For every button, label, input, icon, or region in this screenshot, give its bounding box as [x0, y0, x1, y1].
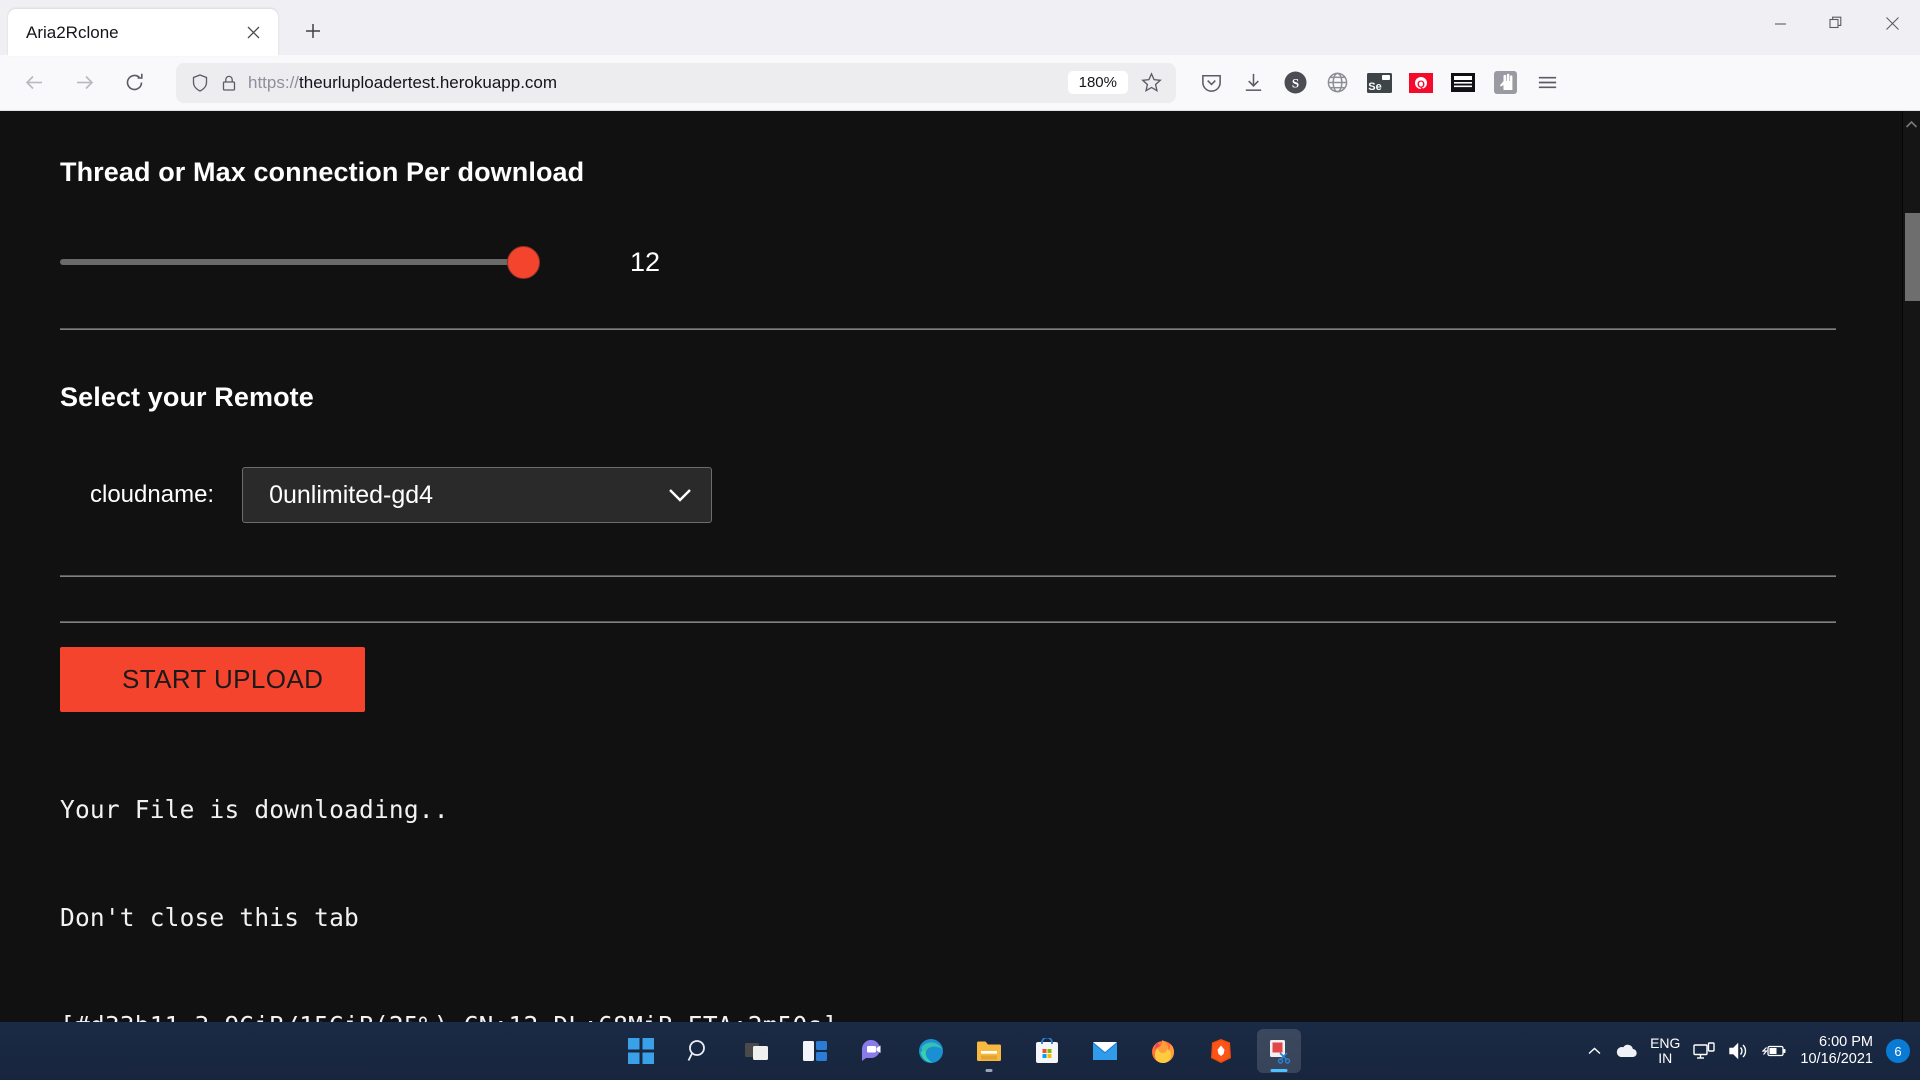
start-upload-button[interactable]: START UPLOAD: [60, 647, 365, 712]
star-icon[interactable]: [1134, 66, 1168, 100]
svg-text:Se: Se: [1368, 81, 1381, 93]
chevron-down-icon[interactable]: [667, 486, 693, 504]
url-bar[interactable]: https://theurluploadertest.herokuapp.com…: [176, 63, 1176, 103]
language-indicator[interactable]: ENG IN: [1650, 1036, 1680, 1066]
tab-title: Aria2Rclone: [26, 23, 238, 43]
zoom-level-badge[interactable]: 180%: [1068, 71, 1128, 94]
remote-section-title: Select your Remote: [60, 382, 1902, 413]
search-icon[interactable]: [677, 1029, 721, 1073]
thread-slider[interactable]: [60, 242, 540, 282]
thread-slider-row: 12: [60, 242, 1902, 282]
close-icon[interactable]: [238, 18, 268, 48]
svg-text:S: S: [1291, 76, 1298, 91]
microsoft-edge-icon[interactable]: [909, 1029, 953, 1073]
cloudname-label: cloudname:: [60, 481, 214, 509]
file-explorer-icon[interactable]: [967, 1029, 1011, 1073]
chevron-up-icon[interactable]: [1587, 1046, 1602, 1056]
running-indicator: [986, 1069, 993, 1072]
thread-slider-value: 12: [630, 247, 660, 278]
chat-teams-icon[interactable]: [851, 1029, 895, 1073]
firefox-icon[interactable]: [1141, 1029, 1185, 1073]
slider-thumb[interactable]: [507, 246, 540, 279]
cloudname-select[interactable]: 0unlimited-gd4: [242, 467, 712, 523]
mail-icon[interactable]: [1083, 1029, 1127, 1073]
language-secondary: IN: [1658, 1050, 1672, 1066]
snipping-tool-icon[interactable]: [1257, 1029, 1301, 1073]
hamburger-menu-icon[interactable]: [1528, 64, 1566, 102]
notification-badge[interactable]: 6: [1886, 1039, 1910, 1063]
windows-taskbar: ENG IN: [0, 1022, 1920, 1080]
shield-icon[interactable]: [190, 73, 210, 93]
url-text: https://theurluploadertest.herokuapp.com: [248, 73, 1068, 93]
s-circle-extension-icon[interactable]: S: [1276, 64, 1314, 102]
scrollbar-thumb[interactable]: [1905, 213, 1920, 301]
clock-date: 10/16/2021: [1800, 1051, 1873, 1067]
tab-strip: Aria2Rclone: [0, 0, 1920, 55]
battery-charging-icon[interactable]: [1762, 1043, 1787, 1059]
minimize-button[interactable]: [1752, 0, 1808, 46]
url-host: theurluploadertest.herokuapp.com: [299, 73, 557, 92]
forward-icon[interactable]: [64, 63, 104, 103]
browser-window: Aria2Rclone: [0, 0, 1920, 1080]
network-icon[interactable]: [1693, 1042, 1715, 1061]
svg-text:Q: Q: [1417, 79, 1425, 90]
selenium-ide-extension-icon[interactable]: Se: [1360, 64, 1398, 102]
system-tray: ENG IN: [1587, 1034, 1910, 1068]
window-controls: [1752, 0, 1920, 46]
console-output: Your File is downloading.. Don't close t…: [60, 720, 1902, 1022]
q-red-extension-icon[interactable]: Q: [1402, 64, 1440, 102]
extensions-toolbar: S Se Q: [1192, 64, 1566, 102]
page-content: Thread or Max connection Per download 12…: [0, 111, 1902, 1022]
task-view-icon[interactable]: [735, 1029, 779, 1073]
downloads-icon[interactable]: [1234, 64, 1272, 102]
page-scrollbar[interactable]: [1902, 111, 1920, 1022]
lock-icon[interactable]: [220, 74, 238, 92]
brave-browser-icon[interactable]: [1199, 1029, 1243, 1073]
taskbar-items: [619, 1029, 1301, 1073]
close-window-button[interactable]: [1864, 0, 1920, 46]
navigation-toolbar: https://theurluploadertest.herokuapp.com…: [0, 55, 1920, 111]
pocket-icon[interactable]: [1192, 64, 1230, 102]
console-line: [#d33b11 3.9GiB/15GiB(25%) CN:12 DL:68Mi…: [60, 1008, 1902, 1022]
console-line: Your File is downloading..: [60, 792, 1902, 828]
slider-track[interactable]: [60, 259, 540, 265]
reload-icon[interactable]: [114, 63, 154, 103]
clock-time: 6:00 PM: [1819, 1034, 1873, 1050]
maximize-restore-button[interactable]: [1808, 0, 1864, 46]
speaker-icon[interactable]: [1728, 1042, 1749, 1060]
onedrive-cloud-icon[interactable]: [1615, 1044, 1637, 1058]
thread-section-title: Thread or Max connection Per download: [60, 157, 1902, 188]
widgets-icon[interactable]: [793, 1029, 837, 1073]
console-line: Don't close this tab: [60, 900, 1902, 936]
new-tab-button[interactable]: [292, 10, 334, 52]
browser-tab[interactable]: Aria2Rclone: [8, 9, 278, 56]
start-button[interactable]: [619, 1029, 663, 1073]
microsoft-store-icon[interactable]: [1025, 1029, 1069, 1073]
globe-extension-icon[interactable]: [1318, 64, 1356, 102]
card-extension-icon[interactable]: [1444, 64, 1482, 102]
url-scheme: https://: [248, 73, 299, 92]
page-viewport: Thread or Max connection Per download 12…: [0, 111, 1920, 1022]
scroll-up-arrow-icon[interactable]: [1903, 111, 1920, 137]
remote-select-row: cloudname: 0unlimited-gd4: [60, 467, 1902, 523]
cloudname-selected-value: 0unlimited-gd4: [269, 481, 433, 510]
back-icon[interactable]: [14, 63, 54, 103]
active-indicator: [1271, 1069, 1288, 1072]
clock[interactable]: 6:00 PM 10/16/2021: [1800, 1034, 1873, 1068]
language-primary: ENG: [1650, 1035, 1680, 1051]
hand-extension-icon[interactable]: [1486, 64, 1524, 102]
